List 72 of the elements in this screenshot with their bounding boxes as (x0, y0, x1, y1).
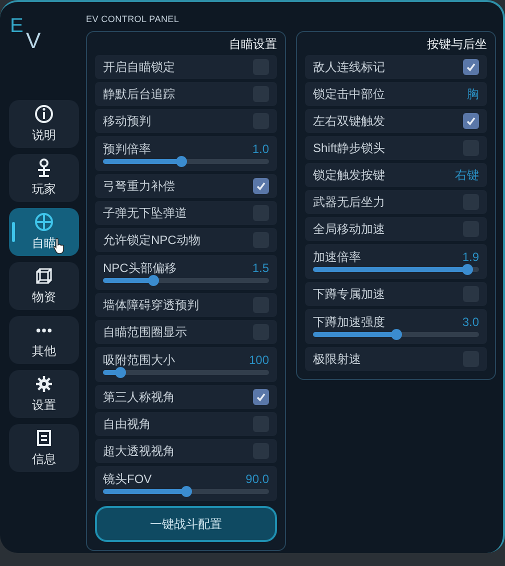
sidebar-tab[interactable]: 物资 (9, 262, 79, 310)
setting-label: 镜头FOV (103, 472, 152, 486)
setting-label: 敌人连线标记 (313, 58, 385, 76)
slider-thumb[interactable] (148, 275, 159, 286)
cube-icon (34, 266, 54, 286)
setting-label: Shift静步锁头 (313, 140, 386, 156)
slider-thumb[interactable] (114, 367, 126, 378)
slider-track[interactable] (313, 332, 479, 337)
sidebar-tab[interactable]: 其他 (9, 316, 79, 364)
logo-letter: V (26, 30, 41, 52)
slider-thumb[interactable] (462, 264, 474, 275)
setting-label: 静默后台追踪 (103, 86, 175, 102)
sidebar-tab[interactable]: 玩家 (9, 154, 79, 202)
setting-label: 移动预判 (103, 112, 151, 130)
slider-track[interactable] (103, 370, 269, 375)
slider-value: 100 (248, 353, 269, 367)
setting-label: 下蹲加速强度 (313, 315, 385, 329)
setting-label: 墙体障碍穿透预判 (103, 296, 199, 314)
setting-label: 弓弩重力补偿 (103, 178, 175, 194)
check-icon (466, 116, 476, 126)
slider-value: 90.0 (246, 472, 269, 486)
slider-thumb[interactable] (181, 486, 192, 497)
checkbox[interactable] (463, 58, 479, 74)
slider-track[interactable] (103, 159, 269, 164)
setting-label: 子弹无下坠弹道 (103, 204, 187, 222)
checkbox[interactable] (253, 388, 269, 404)
logo-letter: E (10, 16, 24, 36)
slider-value: 1.9 (462, 250, 479, 264)
document-icon (34, 428, 54, 448)
sidebar-tab[interactable]: 自瞄 (9, 208, 79, 256)
setting-label: 自瞄范围圈显示 (103, 324, 187, 340)
setting-label: 第三人称视角 (103, 388, 175, 406)
setting-label: 武器无后坐力 (313, 194, 385, 210)
checkbox[interactable] (463, 112, 479, 128)
check-icon (466, 62, 476, 72)
checkbox[interactable] (253, 178, 269, 194)
setting-label: 预判倍率 (103, 142, 151, 156)
setting-label: 吸附范围大小 (103, 353, 175, 367)
setting-label: 下蹲专属加速 (313, 286, 385, 302)
info-icon (34, 104, 54, 124)
slider-thumb[interactable] (176, 156, 188, 167)
slider-value: 3.0 (462, 315, 479, 329)
crosshair-icon (34, 212, 54, 232)
setting-label: 锁定触发按键 (313, 166, 385, 184)
setting-label: 自由视角 (103, 416, 151, 432)
panel-title: 按键与后坐 (427, 36, 487, 52)
setting-label: 全局移动加速 (313, 220, 385, 238)
check-icon (256, 180, 266, 190)
settings-icon (34, 374, 54, 394)
sidebar-tab[interactable]: 设置 (9, 370, 79, 418)
setting-label: 超大透视视角 (103, 442, 175, 460)
combat-preset-button[interactable]: 一键战斗配置 (95, 506, 277, 542)
setting-label: NPC头部偏移 (103, 261, 176, 275)
setting-value[interactable]: 胸 (467, 84, 479, 102)
slider-value: 1.5 (252, 261, 269, 275)
check-icon (256, 392, 266, 402)
sidebar-tab[interactable]: 信息 (9, 424, 79, 472)
setting-label: 锁定击中部位 (313, 86, 385, 102)
setting-label: 开启自瞄锁定 (103, 58, 175, 76)
slider-track[interactable] (103, 489, 269, 494)
setting-label: 加速倍率 (313, 250, 361, 264)
panel-title: 自瞄设置 (229, 36, 277, 52)
slider-thumb[interactable] (391, 329, 402, 340)
setting-label: 允许锁定NPC动物 (103, 232, 200, 248)
sidebar-tab[interactable]: 说明 (9, 100, 79, 148)
window-title: EV CONTROL PANEL (86, 13, 180, 26)
setting-label: 极限射速 (313, 350, 361, 368)
slider-track[interactable] (103, 278, 269, 283)
setting-value[interactable]: 右键 (455, 166, 479, 184)
setting-label: 左右双键触发 (313, 112, 385, 130)
slider-value: 1.0 (252, 142, 269, 156)
more-icon (36, 328, 52, 332)
